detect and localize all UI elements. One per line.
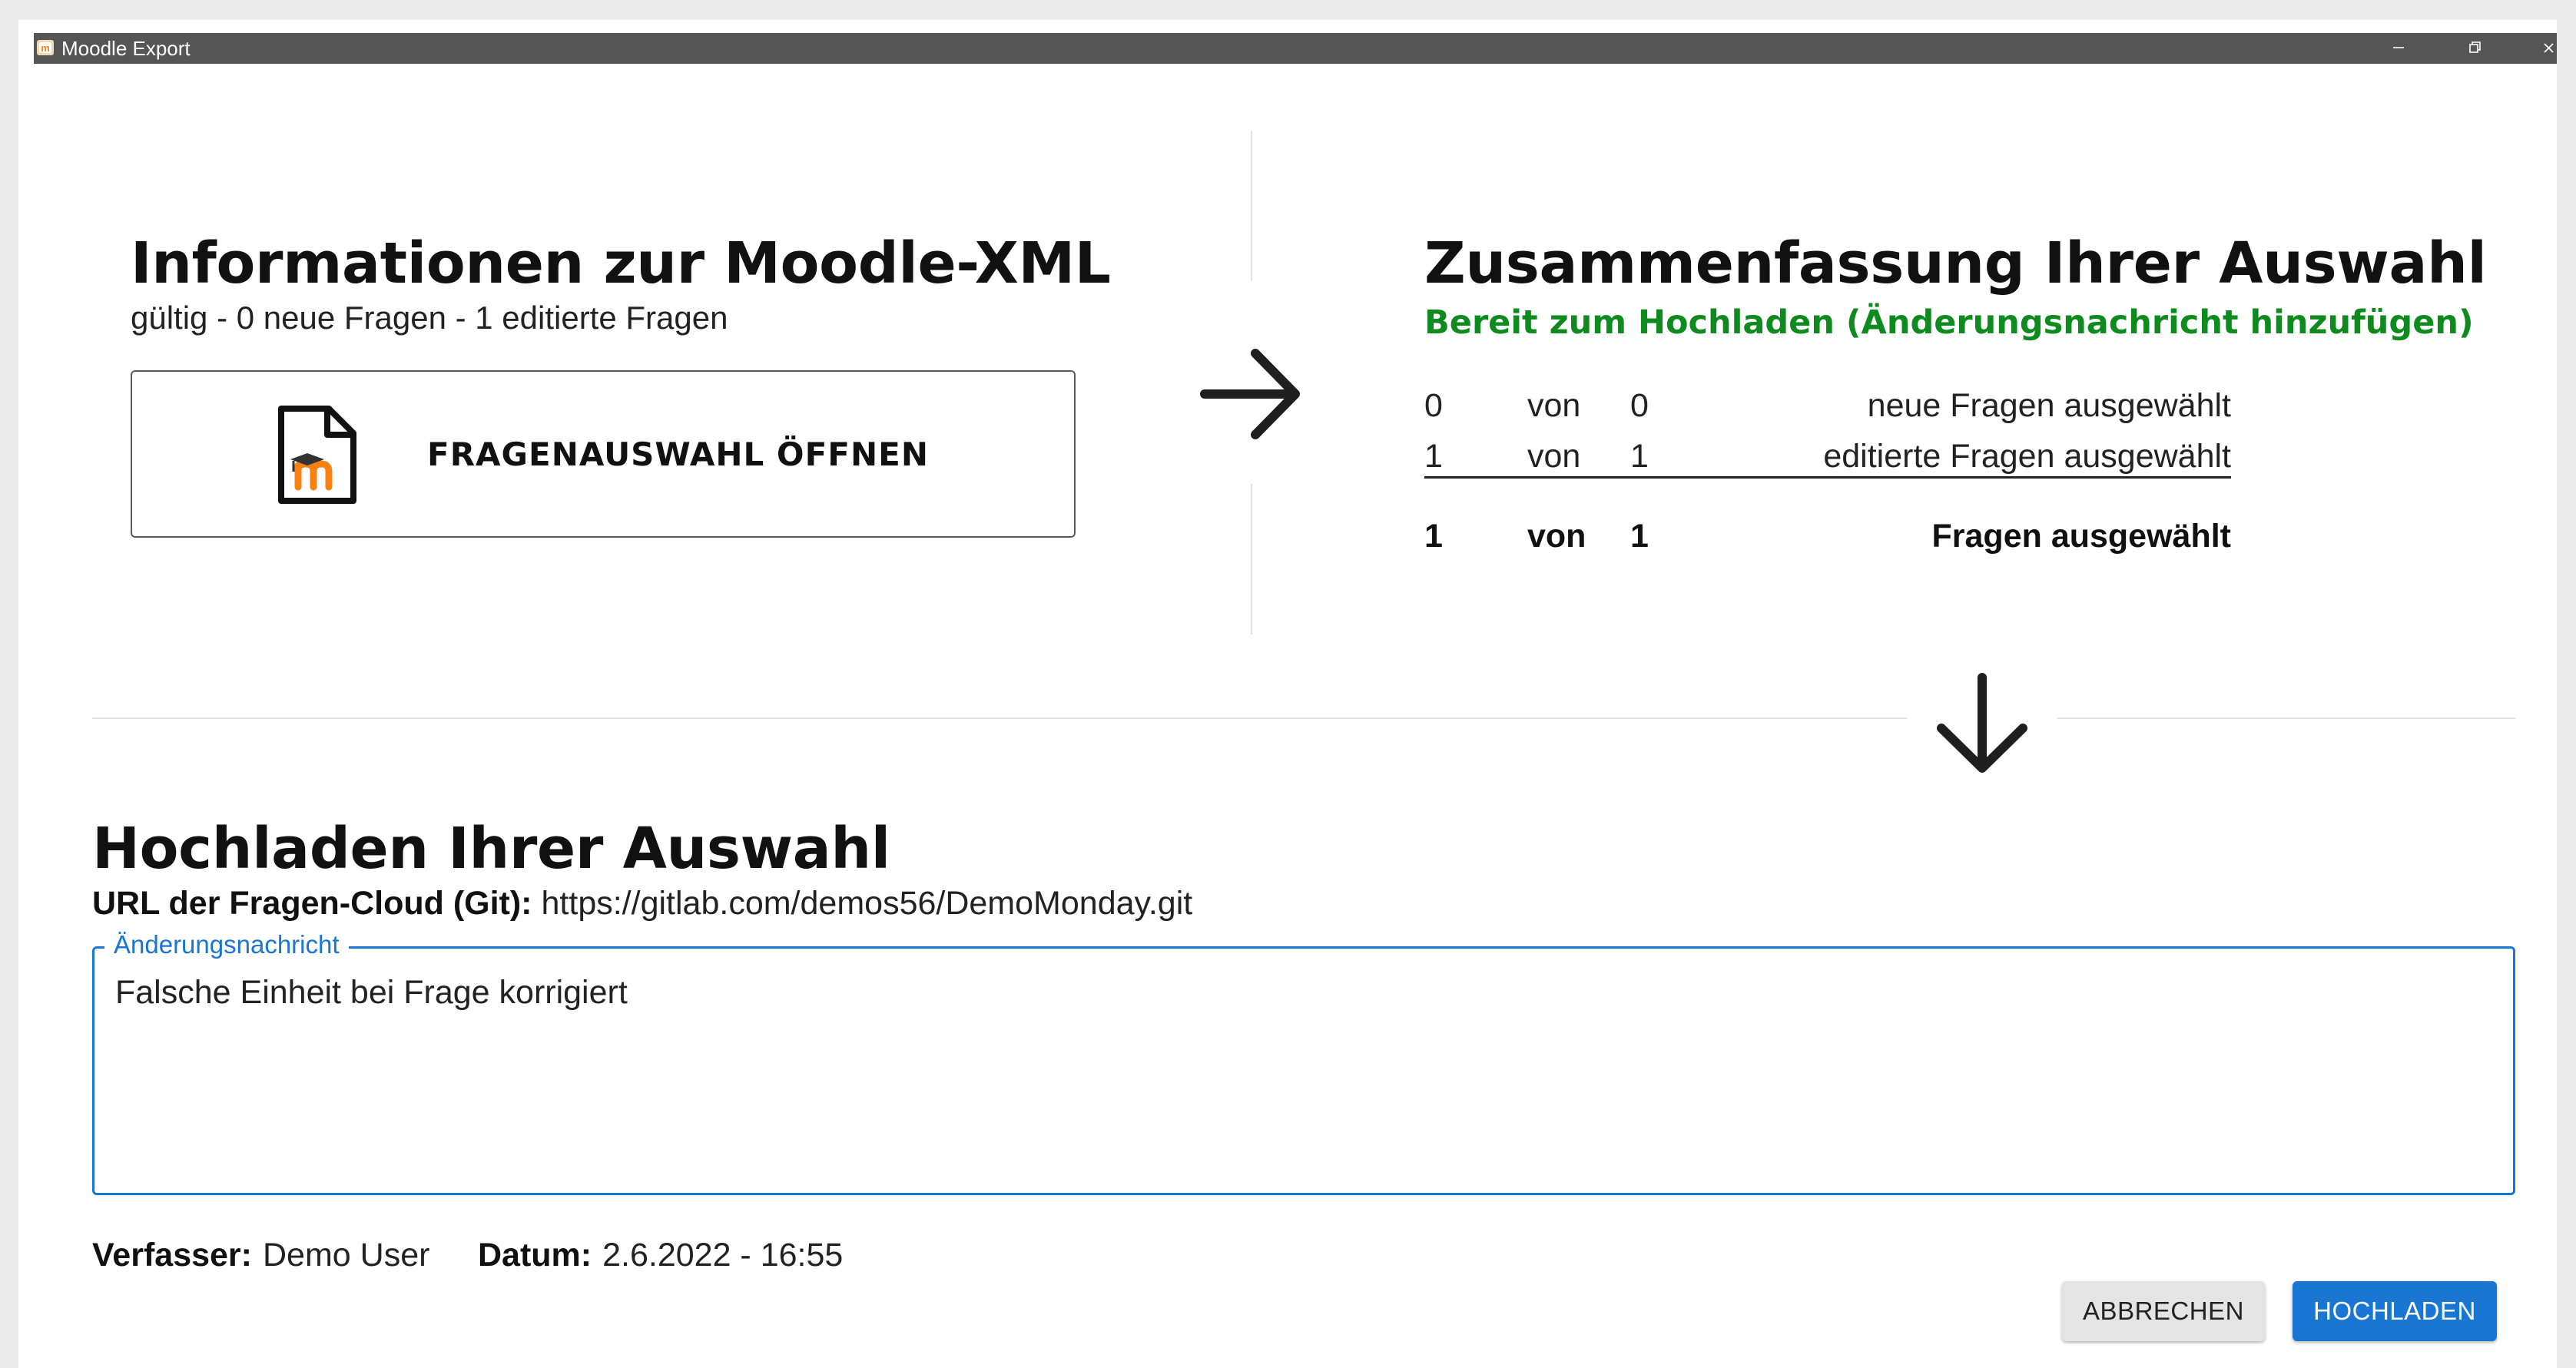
total-count: 1 — [1630, 518, 1649, 555]
author-label: Verfasser: — [92, 1237, 252, 1274]
new-total-count: 0 — [1630, 387, 1649, 424]
open-question-selection-button[interactable]: FRAGENAUSWAHL ÖFFNEN — [131, 370, 1076, 538]
summary-row-new: 0 von 0 neue Fragen ausgewählt — [1424, 383, 2231, 429]
date-value: 2.6.2022 - 16:55 — [602, 1237, 844, 1274]
moodle-app-icon: m — [37, 40, 54, 55]
moodle-export-window: m Moodle Export Informationen zur Moodle… — [18, 20, 2557, 1368]
horizontal-divider-right — [2057, 717, 2515, 719]
minimize-button[interactable] — [2362, 33, 2435, 64]
edited-selected-count: 1 — [1424, 438, 1443, 475]
git-url-value: https://gitlab.com/demos56/DemoMonday.gi… — [541, 885, 1193, 922]
new-selected-count: 0 — [1424, 387, 1443, 424]
title-bar: m Moodle Export — [34, 33, 2557, 64]
total-of-label: von — [1527, 518, 1586, 555]
author-value: Demo User — [263, 1237, 430, 1274]
summary-heading: Zusammenfassung Ihrer Auswahl — [1424, 230, 2487, 296]
new-row-label: neue Fragen ausgewählt — [1867, 387, 2231, 424]
arrow-down-icon — [1937, 673, 2027, 773]
total-row-label: Fragen ausgewählt — [1931, 518, 2231, 555]
date-row: Datum: 2.6.2022 - 16:55 — [478, 1234, 843, 1277]
vertical-divider-top — [1251, 131, 1252, 281]
horizontal-divider-left — [92, 717, 1907, 719]
git-url-label: URL der Fragen-Cloud (Git): — [92, 885, 532, 922]
new-of-label: von — [1527, 387, 1581, 424]
author-row: Verfasser: Demo User — [92, 1234, 429, 1277]
open-button-label: FRAGENAUSWAHL ÖFFNEN — [427, 436, 929, 473]
restore-icon — [2469, 41, 2481, 53]
summary-row-edited: 1 von 1 editierte Fragen ausgewählt — [1424, 433, 2231, 479]
xml-status-text: gültig - 0 neue Fragen - 1 editierte Fra… — [131, 300, 728, 336]
window-title: Moodle Export — [61, 37, 191, 60]
change-message-value[interactable]: Falsche Einheit bei Frage korrigiert — [115, 971, 628, 1014]
summary-row-total: 1 von 1 Fragen ausgewählt — [1424, 513, 2231, 559]
moodle-file-icon — [278, 406, 356, 504]
upload-heading: Hochladen Ihrer Auswahl — [92, 816, 890, 882]
edited-of-label: von — [1527, 438, 1581, 475]
info-heading: Informationen zur Moodle-XML — [131, 230, 1111, 296]
change-message-label: Änderungsnachricht — [104, 929, 349, 960]
git-url-row: URL der Fragen-Cloud (Git): https://gitla… — [92, 882, 1192, 925]
total-selected-count: 1 — [1424, 518, 1443, 555]
arrow-right-icon — [1200, 349, 1300, 439]
edited-total-count: 1 — [1630, 438, 1649, 475]
summary-divider — [1424, 476, 2231, 479]
upload-button[interactable]: HOCHLADEN — [2293, 1281, 2497, 1341]
date-label: Datum: — [478, 1237, 592, 1274]
vertical-divider-bottom — [1251, 484, 1252, 634]
restore-button[interactable] — [2437, 33, 2511, 64]
minimize-icon — [2393, 47, 2404, 48]
close-button[interactable] — [2512, 33, 2557, 64]
edited-row-label: editierte Fragen ausgewählt — [1823, 438, 2231, 475]
cancel-button[interactable]: ABBRECHEN — [2062, 1281, 2265, 1341]
ready-status-text: Bereit zum Hochladen (Änderungsnachricht… — [1424, 303, 2474, 342]
svg-text:m: m — [41, 42, 50, 54]
close-icon — [2544, 43, 2554, 53]
